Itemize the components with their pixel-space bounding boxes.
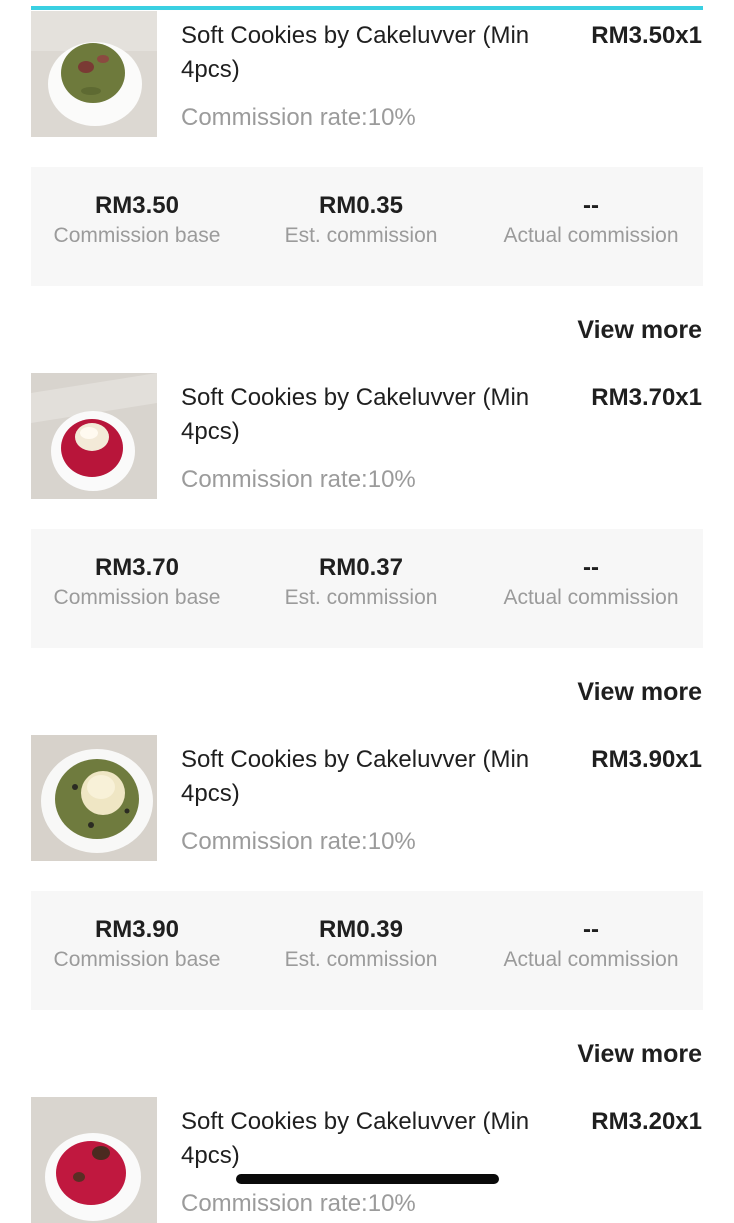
product-title[interactable]: Soft Cookies by Cakeluvver (Min 4pcs) [181,19,571,87]
price-quantity: RM3.70x1 [591,384,702,411]
commission-rate: Commission rate:10% [181,104,416,131]
actual-commission-label: Actual commission [503,224,679,247]
commission-panel: RM3.90 Commission base RM0.39 Est. commi… [31,891,703,1010]
actual-commission-label: Actual commission [503,948,679,971]
product-thumbnail[interactable] [31,735,157,861]
actual-commission-label: Actual commission [503,586,679,609]
commission-base-label: Commission base [53,948,221,971]
commission-base-value: RM3.70 [94,554,180,581]
commission-base-value: RM3.90 [94,916,180,943]
est-commission-label: Est. commission [284,948,438,971]
matcha-cream-cookie-icon [31,735,157,861]
commission-base-stat: RM3.90 Commission base [25,915,249,975]
commission-rate: Commission rate:10% [181,1190,416,1217]
est-commission-value: RM0.35 [318,192,404,219]
product-title[interactable]: Soft Cookies by Cakeluvver (Min 4pcs) [181,381,571,449]
commission-base-label: Commission base [53,224,221,247]
view-more-button[interactable]: View more [577,1037,702,1071]
est-commission-label: Est. commission [284,224,438,247]
red-velvet-choc-cookie-icon [31,1097,157,1223]
price-quantity: RM3.20x1 [591,1108,702,1135]
price-quantity: RM3.90x1 [591,746,702,773]
price-quantity: RM3.50x1 [591,22,702,49]
list-item[interactable]: Soft Cookies by Cakeluvver (Min 4pcs) RM… [0,735,734,1097]
list-item[interactable]: Soft Cookies by Cakeluvver (Min 4pcs) RM… [0,11,734,373]
actual-commission-stat: -- Actual commission [479,553,703,613]
commission-base-label: Commission base [53,586,221,609]
actual-commission-value: -- [583,916,599,943]
commission-panel: RM3.50 Commission base RM0.35 Est. commi… [31,167,703,286]
actual-commission-value: -- [583,192,599,219]
actual-commission-stat: -- Actual commission [479,915,703,975]
commission-base-stat: RM3.50 Commission base [25,191,249,251]
commission-base-value: RM3.50 [94,192,180,219]
est-commission-label: Est. commission [284,586,438,609]
product-thumbnail[interactable] [31,11,157,137]
commission-rate: Commission rate:10% [181,828,416,855]
home-indicator[interactable] [236,1174,499,1184]
actual-commission-value: -- [583,554,599,581]
est-commission-stat: RM0.35 Est. commission [249,191,473,251]
product-thumbnail[interactable] [31,1097,157,1223]
actual-commission-stat: -- Actual commission [479,191,703,251]
est-commission-value: RM0.37 [318,554,404,581]
est-commission-stat: RM0.39 Est. commission [249,915,473,975]
est-commission-stat: RM0.37 Est. commission [249,553,473,613]
commission-panel: RM3.70 Commission base RM0.37 Est. commi… [31,529,703,648]
list-item[interactable]: Soft Cookies by Cakeluvver (Min 4pcs) RM… [0,1097,734,1223]
top-accent-bar [31,6,703,10]
pandan-cookie-icon [31,11,157,137]
product-title[interactable]: Soft Cookies by Cakeluvver (Min 4pcs) [181,1105,571,1173]
red-velvet-cookie-icon [31,373,157,499]
list-item[interactable]: Soft Cookies by Cakeluvver (Min 4pcs) RM… [0,373,734,735]
view-more-button[interactable]: View more [577,675,702,709]
commission-rate: Commission rate:10% [181,466,416,493]
est-commission-value: RM0.39 [318,916,404,943]
commission-base-stat: RM3.70 Commission base [25,553,249,613]
product-thumbnail[interactable] [31,373,157,499]
view-more-button[interactable]: View more [577,313,702,347]
product-title[interactable]: Soft Cookies by Cakeluvver (Min 4pcs) [181,743,571,811]
